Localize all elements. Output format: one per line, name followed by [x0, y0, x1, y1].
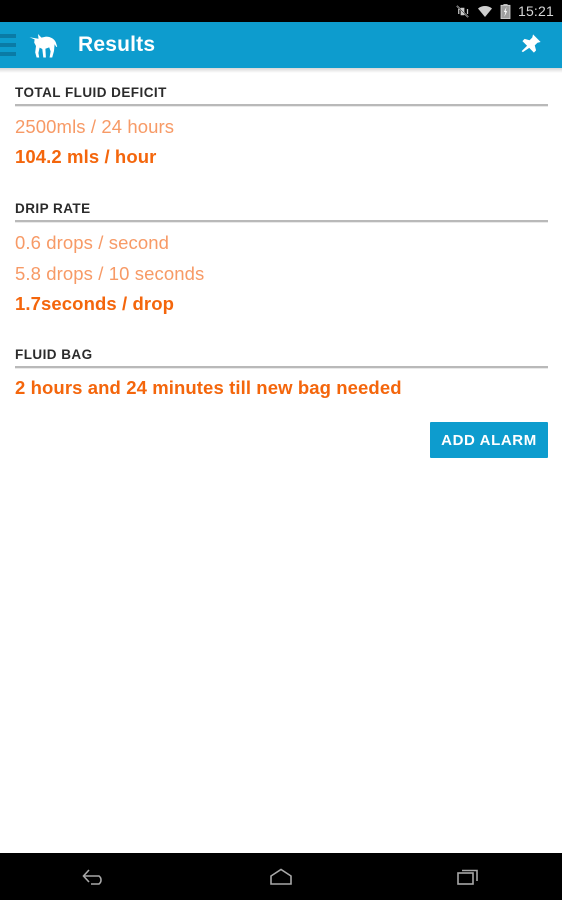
- pin-icon[interactable]: [508, 23, 552, 67]
- total-fluid-deficit-rate: 104.2 mls / hour: [15, 146, 157, 167]
- app-bar: Results: [0, 22, 562, 68]
- battery-charging-icon: [500, 3, 511, 19]
- drip-rate-seconds-per-drop: 1.7seconds / drop: [15, 293, 174, 314]
- hamburger-line: [0, 52, 16, 56]
- recents-icon[interactable]: [430, 853, 506, 900]
- hamburger-line: [0, 34, 16, 38]
- wifi-icon: [477, 4, 493, 18]
- section-title: TOTAL FLUID DEFICIT: [15, 85, 167, 100]
- back-icon[interactable]: [56, 853, 132, 900]
- section-title: FLUID BAG: [15, 347, 93, 362]
- status-bar-icons: [455, 3, 511, 19]
- section-total-fluid-deficit: TOTAL FLUID DEFICIT 2500mls / 24 hours 1…: [15, 85, 548, 168]
- hamburger-menu-icon[interactable]: [0, 30, 16, 60]
- hamburger-line: [0, 43, 16, 47]
- fluid-bag-time-remaining: 2 hours and 24 minutes till new bag need…: [15, 377, 402, 398]
- add-alarm-button[interactable]: ADD ALARM: [430, 422, 548, 458]
- android-navigation-bar: [0, 853, 562, 900]
- drip-rate-per-ten-seconds: 5.8 drops / 10 seconds: [15, 263, 205, 284]
- results-content: TOTAL FLUID DEFICIT 2500mls / 24 hours 1…: [0, 73, 562, 853]
- section-drip-rate: DRIP RATE 0.6 drops / second 5.8 drops /…: [15, 201, 548, 315]
- dog-logo-icon: [29, 34, 58, 58]
- status-bar: 15:21: [0, 0, 562, 22]
- drip-rate-per-second: 0.6 drops / second: [15, 232, 170, 253]
- home-icon[interactable]: [243, 853, 319, 900]
- page-title: Results: [78, 33, 156, 56]
- section-title: DRIP RATE: [15, 201, 91, 216]
- status-bar-clock: 15:21: [517, 3, 554, 19]
- total-fluid-deficit-volume: 2500mls / 24 hours: [15, 116, 175, 137]
- vibrate-muted-icon: [455, 4, 470, 19]
- section-fluid-bag: FLUID BAG 2 hours and 24 minutes till ne…: [15, 347, 548, 399]
